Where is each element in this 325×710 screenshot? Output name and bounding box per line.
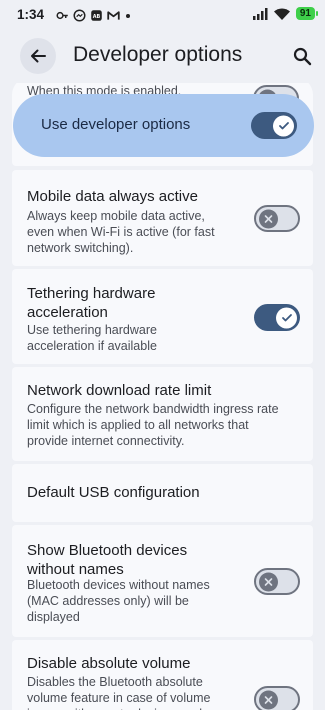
toggle-knob: [259, 209, 278, 228]
check-icon: [281, 314, 292, 322]
setting-mobile-data-always-active[interactable]: Mobile data always active Always keep mo…: [12, 170, 313, 266]
settings-list[interactable]: When this mode is enabled. Use developer…: [0, 83, 325, 710]
search-icon: [293, 47, 311, 65]
close-icon: [264, 214, 273, 223]
gmail-icon: [107, 11, 120, 20]
cellular-signal-icon: [252, 7, 268, 20]
setting-title: Tethering hardware acceleration: [27, 285, 156, 321]
toggle-knob: [259, 572, 278, 591]
notification-icons: AB: [56, 9, 130, 22]
setting-title: Disable absolute volume: [27, 655, 191, 672]
setting-description: Configure the network bandwidth ingress …: [27, 402, 279, 448]
setting-title: Network download rate limit: [27, 382, 212, 399]
setting-network-download-rate-limit[interactable]: Network download rate limit Configure th…: [12, 367, 313, 461]
vpn-key-icon: [56, 11, 68, 20]
setting-disable-absolute-volume[interactable]: Disable absolute volume Disables the Blu…: [12, 640, 313, 710]
bluetooth-no-names-toggle[interactable]: [254, 568, 300, 595]
search-button[interactable]: [287, 41, 317, 71]
setting-default-usb-configuration[interactable]: Default USB configuration: [12, 464, 313, 522]
use-developer-options-toggle[interactable]: [251, 112, 297, 139]
setting-show-bluetooth-devices-without-names[interactable]: Show Bluetooth devices without names Blu…: [12, 525, 313, 637]
setting-title: Default USB configuration: [27, 484, 200, 501]
toggle-knob: [273, 115, 294, 136]
close-icon: [264, 695, 273, 704]
arrow-back-icon: [31, 49, 46, 63]
status-time: 1:34: [17, 7, 45, 22]
setting-title: Mobile data always active: [27, 188, 198, 205]
setting-description: Always keep mobile data active, even whe…: [27, 209, 215, 255]
toggle-knob: [276, 307, 297, 328]
system-indicators: 91: [252, 7, 319, 20]
page-title: Developer options: [73, 43, 243, 66]
app-bar: Developer options: [0, 30, 325, 85]
tethering-toggle[interactable]: [254, 304, 300, 331]
wifi-icon: [273, 8, 290, 20]
disable-absolute-volume-toggle[interactable]: [254, 686, 300, 710]
back-button[interactable]: [20, 38, 56, 74]
messenger-icon: [73, 9, 86, 22]
setting-tethering-hardware-acceleration[interactable]: Tethering hardware acceleration Use teth…: [12, 269, 313, 364]
setting-title: Show Bluetooth devices without names: [27, 542, 188, 578]
use-developer-options-label: Use developer options: [41, 116, 191, 133]
battery-indicator: 91: [295, 7, 319, 20]
mobile-data-toggle[interactable]: [254, 205, 300, 232]
status-bar: 1:34 AB 91: [0, 0, 325, 30]
use-developer-options-row[interactable]: Use developer options: [13, 94, 314, 157]
setting-description: Use tethering hardware acceleration if a…: [27, 323, 157, 353]
toggle-knob: [259, 690, 278, 709]
setting-description: Bluetooth devices without names (MAC add…: [27, 578, 210, 624]
app-notification-icon: AB: [91, 10, 102, 21]
svg-text:AB: AB: [93, 14, 101, 20]
setting-description: Disables the Bluetooth absolute volume f…: [27, 675, 211, 710]
check-icon: [278, 122, 289, 130]
close-icon: [264, 577, 273, 586]
more-notifications-dot: [126, 13, 130, 18]
